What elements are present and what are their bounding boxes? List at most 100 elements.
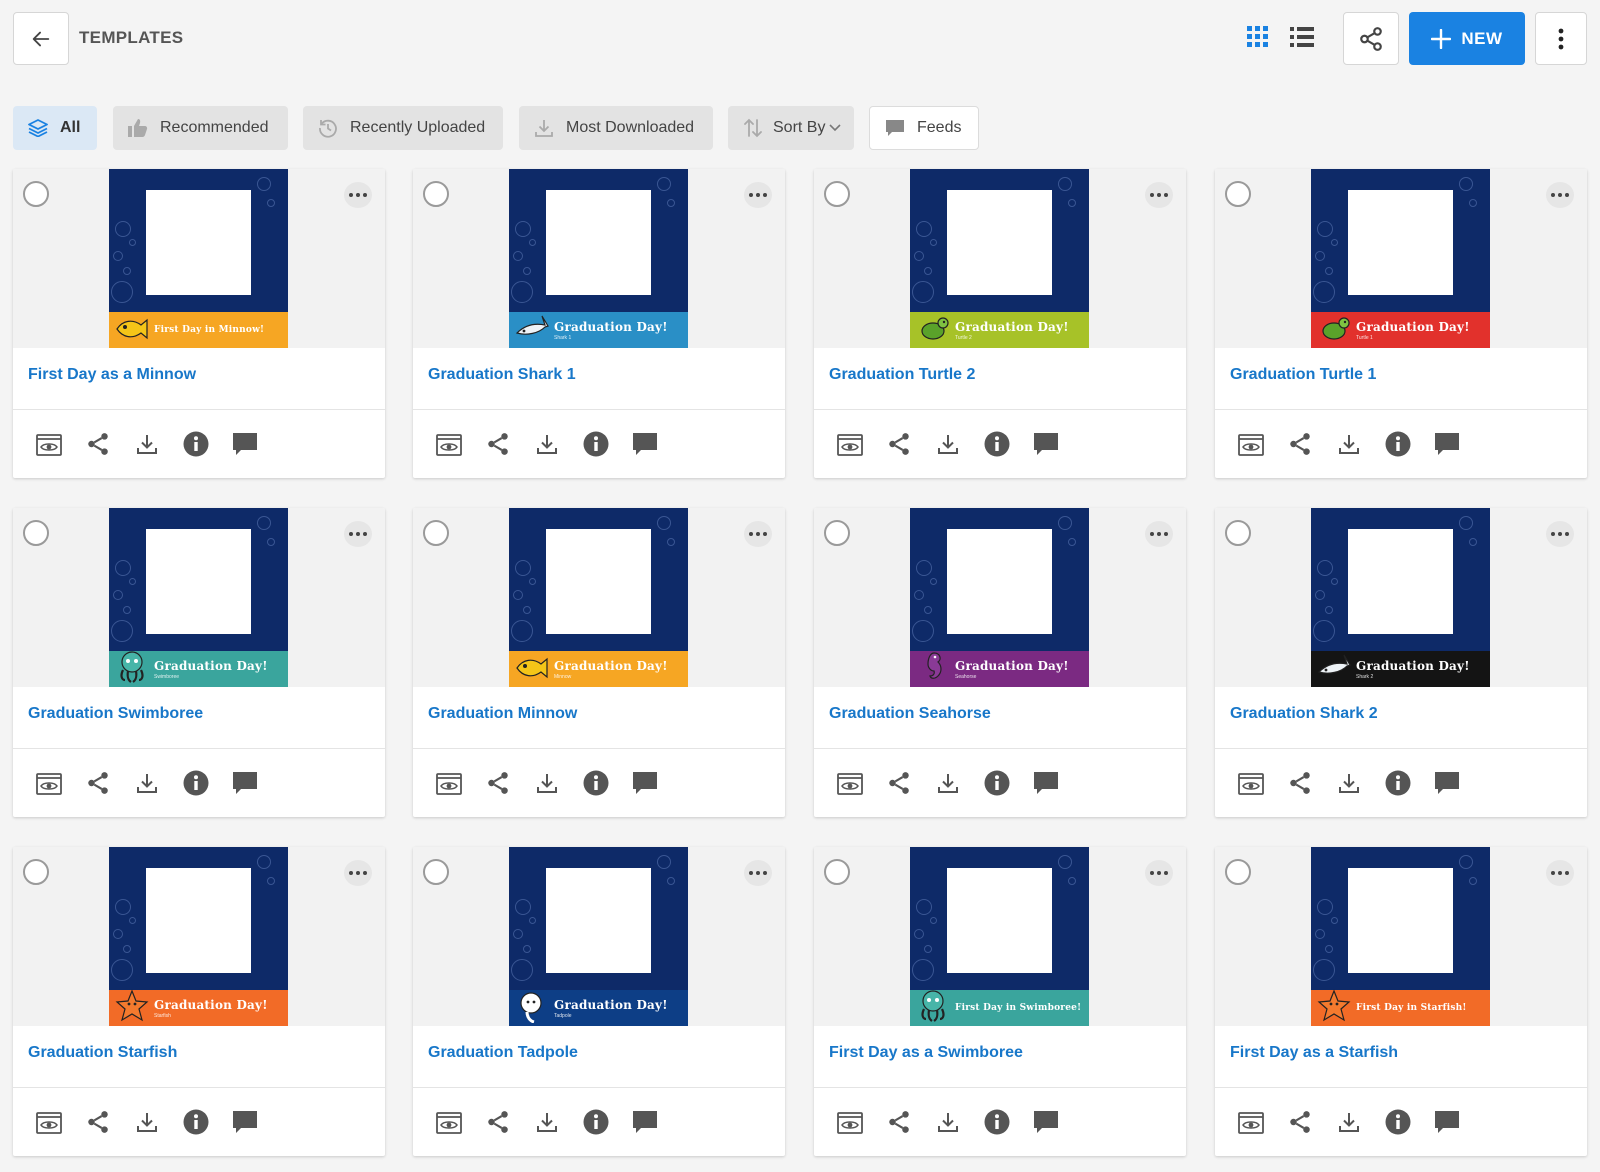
download-button[interactable]	[533, 769, 561, 797]
card-menu-button[interactable]	[1546, 521, 1574, 547]
share-button[interactable]	[484, 430, 512, 458]
card-menu-button[interactable]	[744, 860, 772, 886]
new-button[interactable]: NEW	[1409, 12, 1525, 65]
comments-button[interactable]	[231, 769, 259, 797]
preview-button[interactable]	[35, 769, 63, 797]
select-checkbox[interactable]	[824, 859, 850, 885]
template-title-link[interactable]: Graduation Turtle 2	[829, 366, 975, 384]
card-menu-button[interactable]	[1546, 182, 1574, 208]
download-button[interactable]	[133, 430, 161, 458]
share-button[interactable]	[484, 769, 512, 797]
card-menu-button[interactable]	[344, 860, 372, 886]
card-menu-button[interactable]	[1145, 860, 1173, 886]
info-button[interactable]	[983, 1108, 1011, 1136]
card-menu-button[interactable]	[744, 521, 772, 547]
select-checkbox[interactable]	[824, 181, 850, 207]
select-checkbox[interactable]	[23, 859, 49, 885]
card-menu-button[interactable]	[344, 521, 372, 547]
template-title-link[interactable]: First Day as a Swimboree	[829, 1044, 1023, 1062]
select-checkbox[interactable]	[423, 859, 449, 885]
card-menu-button[interactable]	[1145, 521, 1173, 547]
download-button[interactable]	[133, 1108, 161, 1136]
template-thumbnail[interactable]: Graduation Day! Starfish	[109, 847, 288, 1026]
preview-button[interactable]	[1237, 1108, 1265, 1136]
info-button[interactable]	[983, 430, 1011, 458]
template-thumbnail[interactable]: Graduation Day! Minnow	[509, 508, 688, 687]
template-thumbnail[interactable]: Graduation Day! Turtle 2	[910, 169, 1089, 348]
filter-recently-uploaded[interactable]: Recently Uploaded	[303, 106, 503, 150]
comments-button[interactable]	[631, 769, 659, 797]
template-title-link[interactable]: Graduation Starfish	[28, 1044, 177, 1062]
share-button[interactable]	[84, 430, 112, 458]
template-thumbnail[interactable]: Graduation Day! Tadpole	[509, 847, 688, 1026]
template-thumbnail[interactable]: Graduation Day! Turtle 1	[1311, 169, 1490, 348]
info-button[interactable]	[582, 769, 610, 797]
comments-button[interactable]	[1032, 769, 1060, 797]
info-button[interactable]	[582, 1108, 610, 1136]
template-thumbnail[interactable]: Graduation Day! Shark 2	[1311, 508, 1490, 687]
filter-feeds[interactable]: Feeds	[869, 106, 979, 150]
info-button[interactable]	[1384, 430, 1412, 458]
select-checkbox[interactable]	[824, 520, 850, 546]
template-title-link[interactable]: Graduation Minnow	[428, 705, 577, 723]
download-button[interactable]	[133, 769, 161, 797]
info-button[interactable]	[1384, 769, 1412, 797]
info-button[interactable]	[1384, 1108, 1412, 1136]
template-thumbnail[interactable]: Graduation Day! Shark 1	[509, 169, 688, 348]
template-thumbnail[interactable]: Graduation Day! Seahorse	[910, 508, 1089, 687]
share-button[interactable]	[1286, 1108, 1314, 1136]
list-view-toggle[interactable]	[1290, 26, 1316, 52]
download-button[interactable]	[533, 1108, 561, 1136]
comments-button[interactable]	[1032, 430, 1060, 458]
preview-button[interactable]	[35, 430, 63, 458]
share-button[interactable]	[84, 769, 112, 797]
template-thumbnail[interactable]: First Day in Swimboree!	[910, 847, 1089, 1026]
card-menu-button[interactable]	[744, 182, 772, 208]
select-checkbox[interactable]	[1225, 859, 1251, 885]
template-title-link[interactable]: Graduation Swimboree	[28, 705, 203, 723]
filter-most-downloaded[interactable]: Most Downloaded	[519, 106, 713, 150]
card-menu-button[interactable]	[344, 182, 372, 208]
download-button[interactable]	[1335, 1108, 1363, 1136]
download-button[interactable]	[1335, 769, 1363, 797]
comments-button[interactable]	[1433, 1108, 1461, 1136]
grid-view-toggle[interactable]	[1247, 26, 1273, 52]
share-button[interactable]	[484, 1108, 512, 1136]
template-title-link[interactable]: Graduation Seahorse	[829, 705, 991, 723]
share-button[interactable]	[1286, 430, 1314, 458]
share-button[interactable]	[885, 769, 913, 797]
download-button[interactable]	[1335, 430, 1363, 458]
info-button[interactable]	[582, 430, 610, 458]
download-button[interactable]	[934, 430, 962, 458]
back-button[interactable]	[13, 12, 69, 65]
select-checkbox[interactable]	[1225, 520, 1251, 546]
more-options-button[interactable]	[1535, 12, 1587, 65]
select-checkbox[interactable]	[423, 520, 449, 546]
download-button[interactable]	[934, 769, 962, 797]
download-button[interactable]	[533, 430, 561, 458]
comments-button[interactable]	[231, 1108, 259, 1136]
card-menu-button[interactable]	[1546, 860, 1574, 886]
preview-button[interactable]	[435, 769, 463, 797]
preview-button[interactable]	[435, 430, 463, 458]
select-checkbox[interactable]	[23, 520, 49, 546]
comments-button[interactable]	[631, 1108, 659, 1136]
filter-recommended[interactable]: Recommended	[113, 106, 288, 150]
download-button[interactable]	[934, 1108, 962, 1136]
card-menu-button[interactable]	[1145, 182, 1173, 208]
template-title-link[interactable]: Graduation Shark 2	[1230, 705, 1378, 723]
template-title-link[interactable]: Graduation Tadpole	[428, 1044, 578, 1062]
comments-button[interactable]	[231, 430, 259, 458]
info-button[interactable]	[182, 430, 210, 458]
share-button[interactable]	[885, 1108, 913, 1136]
preview-button[interactable]	[836, 1108, 864, 1136]
filter-all[interactable]: All	[13, 106, 97, 150]
select-checkbox[interactable]	[23, 181, 49, 207]
comments-button[interactable]	[1433, 769, 1461, 797]
comments-button[interactable]	[631, 430, 659, 458]
share-button[interactable]	[1286, 769, 1314, 797]
preview-button[interactable]	[1237, 769, 1265, 797]
preview-button[interactable]	[35, 1108, 63, 1136]
share-button[interactable]	[1343, 12, 1399, 65]
select-checkbox[interactable]	[1225, 181, 1251, 207]
